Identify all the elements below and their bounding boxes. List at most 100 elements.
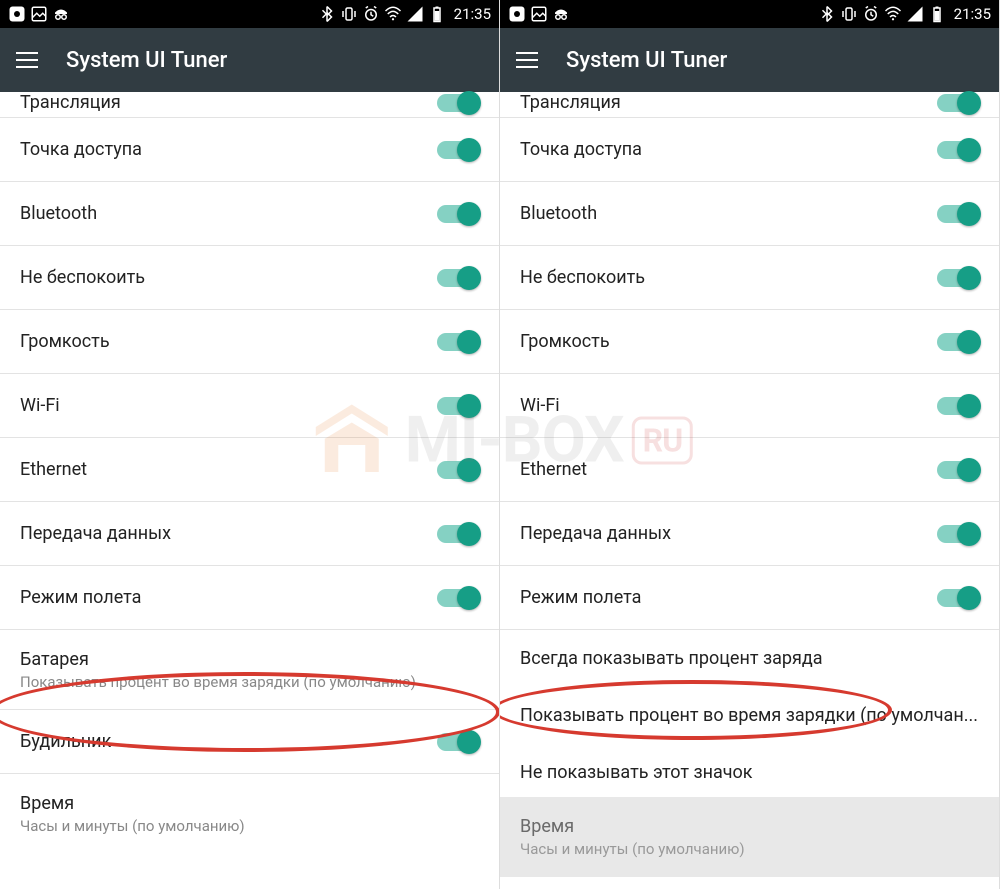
toggle-switch[interactable]	[437, 141, 479, 159]
item-label: Батарея	[20, 649, 416, 670]
item-label: Wi-Fi	[520, 395, 560, 416]
bluetooth-icon	[318, 5, 336, 23]
toggle-switch[interactable]	[937, 94, 979, 112]
settings-list: Трансляция Точка доступа Bluetooth Не бе…	[0, 92, 499, 854]
list-item[interactable]: Трансляция	[0, 92, 499, 118]
app-title: System UI Tuner	[66, 48, 227, 73]
toggle-switch[interactable]	[437, 269, 479, 287]
toggle-switch[interactable]	[937, 333, 979, 351]
status-right-icons: 21:35	[818, 5, 991, 23]
list-item[interactable]: Громкость	[0, 310, 499, 374]
status-bar: 21:35	[500, 0, 999, 28]
image-icon	[530, 5, 548, 23]
app-bar: System UI Tuner	[500, 28, 999, 92]
menu-icon[interactable]	[16, 49, 38, 71]
right-screenshot: 21:35 System UI Tuner Трансляция Точка д…	[500, 0, 1000, 889]
vibrate-icon	[340, 5, 358, 23]
dimmed-background: Время Часы и минуты (по умолчанию)	[500, 797, 999, 877]
wifi-icon	[884, 5, 902, 23]
list-item[interactable]: Точка доступа	[0, 118, 499, 182]
popup-option[interactable]: Не показывать этот значок	[500, 744, 999, 797]
list-item[interactable]: Bluetooth	[0, 182, 499, 246]
item-label: Bluetooth	[520, 203, 597, 224]
app1-icon	[508, 5, 526, 23]
toggle-switch[interactable]	[437, 205, 479, 223]
list-item[interactable]: Трансляция	[500, 92, 999, 118]
toggle-switch[interactable]	[437, 525, 479, 543]
status-left-icons	[508, 5, 570, 23]
list-item[interactable]: Передача данных	[500, 502, 999, 566]
item-label: Точка доступа	[520, 139, 642, 160]
item-label: Не беспокоить	[520, 267, 645, 288]
list-item-time[interactable]: Время Часы и минуты (по умолчанию)	[0, 774, 499, 854]
bluetooth-icon	[818, 5, 836, 23]
left-screenshot: 21:35 System UI Tuner Трансляция Точка д…	[0, 0, 500, 889]
item-label: Громкость	[520, 331, 610, 352]
item-label: Режим полета	[520, 587, 641, 608]
list-item[interactable]: Wi-Fi	[500, 374, 999, 438]
item-label: Передача данных	[20, 523, 171, 544]
item-sublabel: Показывать процент во время зарядки (по …	[20, 673, 416, 691]
wifi-icon	[384, 5, 402, 23]
item-label: Передача данных	[520, 523, 671, 544]
list-item[interactable]: Громкость	[500, 310, 999, 374]
item-sublabel: Часы и минуты (по умолчанию)	[20, 817, 245, 835]
item-label: Точка доступа	[20, 139, 142, 160]
list-item[interactable]: Будильник	[0, 710, 499, 774]
toggle-switch[interactable]	[937, 461, 979, 479]
toggle-switch[interactable]	[937, 205, 979, 223]
item-label: Wi-Fi	[20, 395, 60, 416]
list-item[interactable]: Ethernet	[500, 438, 999, 502]
item-label: Режим полета	[20, 587, 141, 608]
toggle-switch[interactable]	[937, 141, 979, 159]
toggle-switch[interactable]	[937, 589, 979, 607]
toggle-switch[interactable]	[437, 461, 479, 479]
incognito-icon	[52, 5, 70, 23]
app1-icon	[8, 5, 26, 23]
toggle-switch[interactable]	[437, 94, 479, 112]
item-label: Не беспокоить	[20, 267, 145, 288]
popup-option[interactable]: Показывать процент во время зарядки (по …	[500, 687, 999, 744]
popup-option-label: Не показывать этот значок	[520, 762, 753, 783]
toggle-switch[interactable]	[437, 333, 479, 351]
image-icon	[30, 5, 48, 23]
list-item[interactable]: Режим полета	[0, 566, 499, 630]
settings-list: Трансляция Точка доступа Bluetooth Не бе…	[500, 92, 999, 630]
popup-option[interactable]: Всегда показывать процент заряда	[500, 630, 999, 687]
popup-option-label: Всегда показывать процент заряда	[520, 648, 823, 669]
vibrate-icon	[840, 5, 858, 23]
list-item[interactable]: Bluetooth	[500, 182, 999, 246]
battery-options-popup: Всегда показывать процент заряда Показыв…	[500, 630, 999, 797]
alarm-icon	[362, 5, 380, 23]
toggle-switch[interactable]	[937, 269, 979, 287]
status-left-icons	[8, 5, 70, 23]
item-label: Время	[520, 816, 745, 837]
toggle-switch[interactable]	[937, 525, 979, 543]
battery-icon	[928, 5, 946, 23]
list-item[interactable]: Режим полета	[500, 566, 999, 630]
item-label: Время	[20, 793, 245, 814]
alarm-icon	[862, 5, 880, 23]
list-item[interactable]: Не беспокоить	[500, 246, 999, 310]
status-right-icons: 21:35	[318, 5, 491, 23]
toggle-switch[interactable]	[937, 397, 979, 415]
list-item[interactable]: Не беспокоить	[0, 246, 499, 310]
list-item-battery[interactable]: Батарея Показывать процент во время заря…	[0, 630, 499, 710]
signal-icon	[906, 5, 924, 23]
item-label: Будильник	[20, 731, 111, 752]
list-item-time-dimmed: Время Часы и минуты (по умолчанию)	[500, 797, 999, 877]
item-label: Трансляция	[520, 92, 621, 113]
toggle-switch[interactable]	[437, 733, 479, 751]
toggle-switch[interactable]	[437, 397, 479, 415]
item-label: Ethernet	[520, 459, 587, 480]
item-label: Трансляция	[20, 92, 121, 113]
menu-icon[interactable]	[516, 49, 538, 71]
status-time: 21:35	[954, 5, 991, 23]
item-label: Громкость	[20, 331, 110, 352]
list-item[interactable]: Точка доступа	[500, 118, 999, 182]
status-time: 21:35	[454, 5, 491, 23]
list-item[interactable]: Wi-Fi	[0, 374, 499, 438]
toggle-switch[interactable]	[437, 589, 479, 607]
list-item[interactable]: Передача данных	[0, 502, 499, 566]
list-item[interactable]: Ethernet	[0, 438, 499, 502]
